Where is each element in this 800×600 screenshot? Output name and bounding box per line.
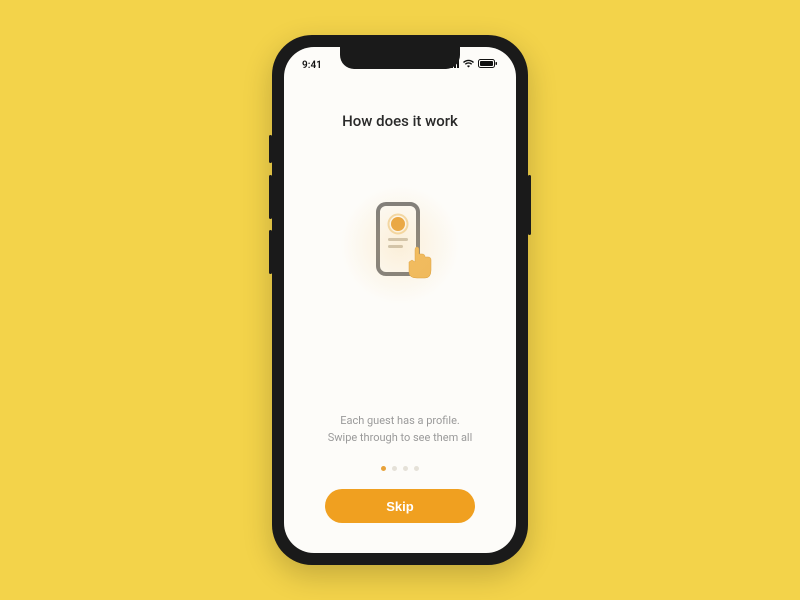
page-indicator[interactable] (381, 466, 419, 471)
phone-frame: 9:41 How does it work (272, 35, 528, 565)
page-dot-1[interactable] (381, 466, 386, 471)
notch (340, 47, 460, 69)
wifi-icon (462, 59, 475, 71)
illustration-glow (340, 185, 460, 305)
onboarding-content: How does it work (284, 77, 516, 553)
power-button (528, 175, 531, 235)
description-line-1: Each guest has a profile. (328, 413, 473, 430)
page-dot-4[interactable] (414, 466, 419, 471)
onboarding-title: How does it work (342, 112, 458, 130)
page-dot-2[interactable] (392, 466, 397, 471)
page-dot-3[interactable] (403, 466, 408, 471)
onboarding-description: Each guest has a profile. Swipe through … (328, 413, 473, 446)
volume-down-button (269, 230, 272, 274)
battery-icon (478, 59, 498, 71)
onboarding-illustration (340, 185, 460, 305)
phone-screen: 9:41 How does it work (284, 47, 516, 553)
mute-switch (269, 135, 272, 163)
volume-up-button (269, 175, 272, 219)
status-time: 9:41 (302, 60, 322, 71)
skip-button[interactable]: Skip (325, 489, 475, 523)
description-line-2: Swipe through to see them all (328, 430, 473, 447)
